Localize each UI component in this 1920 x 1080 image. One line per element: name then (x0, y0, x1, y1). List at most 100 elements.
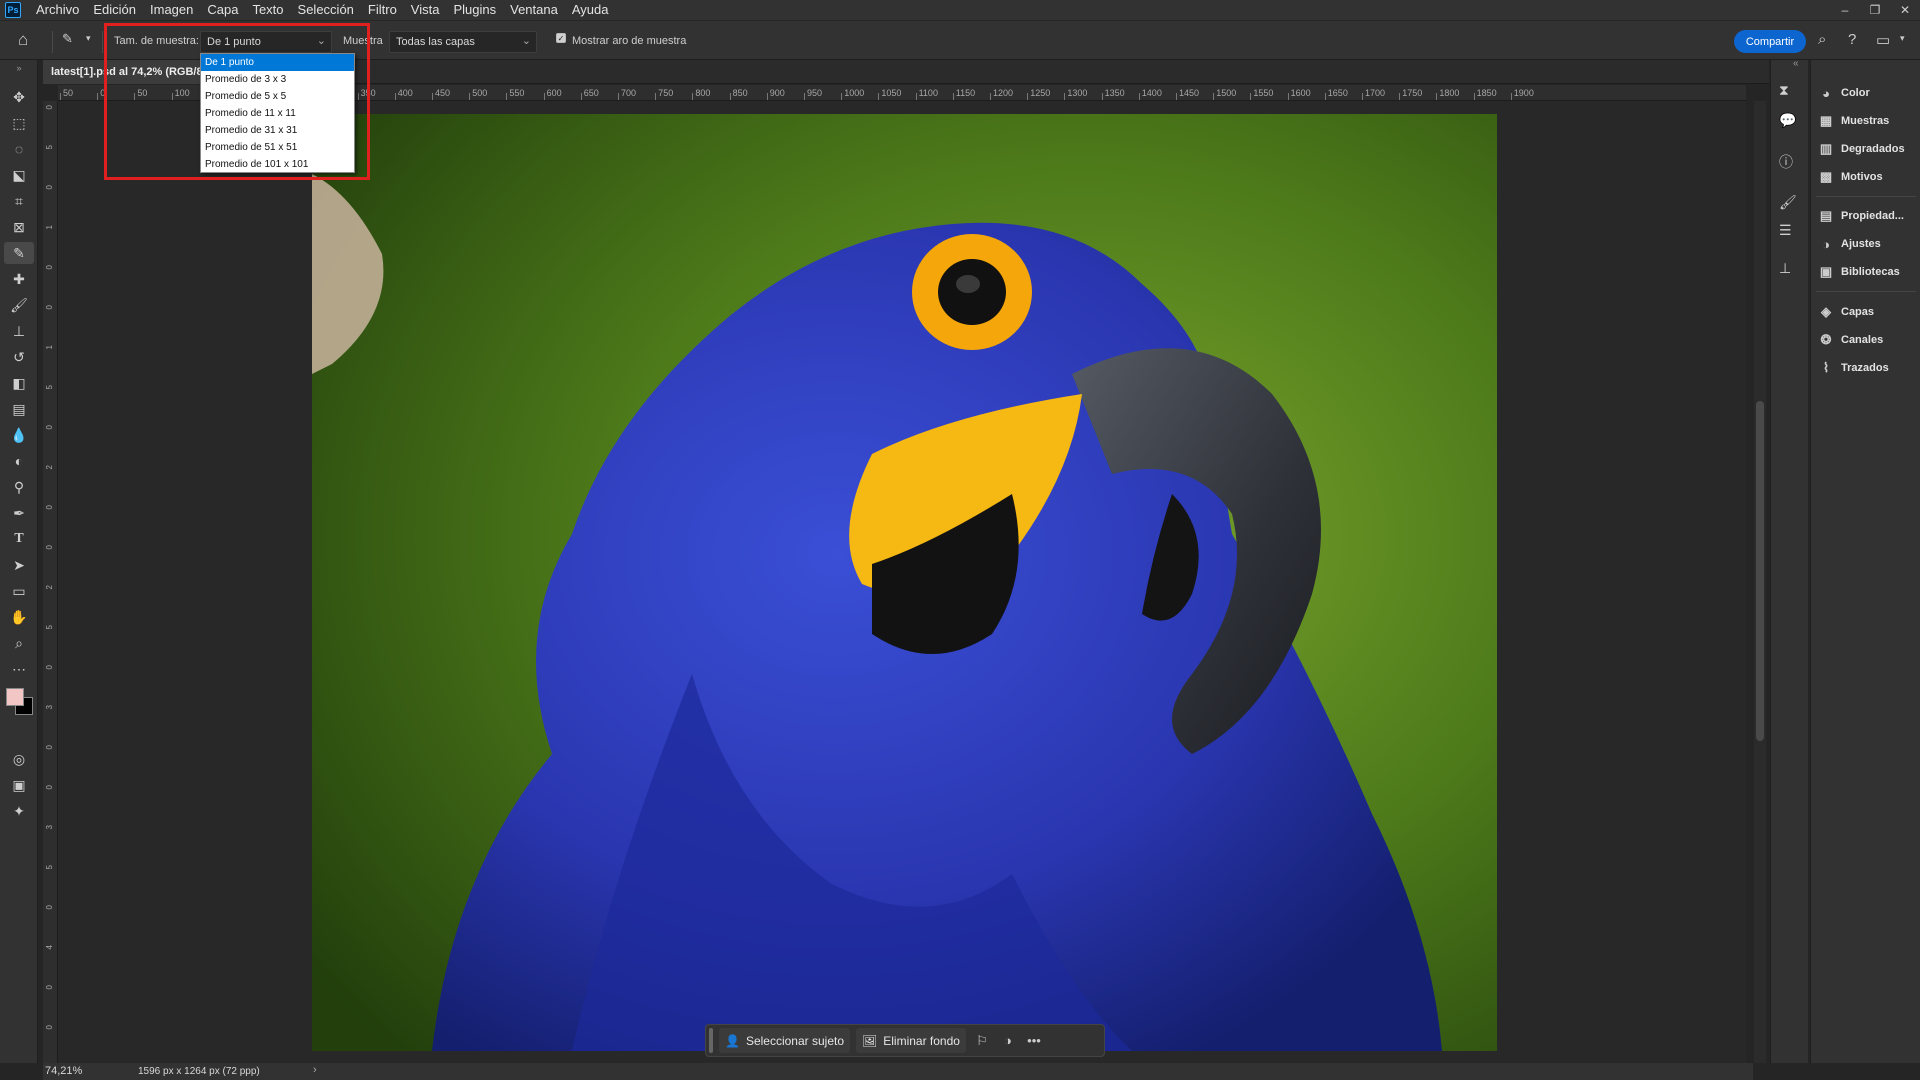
ruler-tick (1250, 93, 1252, 100)
workspace-icon[interactable]: ▭ (1876, 31, 1890, 49)
highlight-annotation-box (104, 23, 370, 180)
panel-gradients[interactable]: ▥ Degradados (1811, 138, 1920, 160)
pen-tool-icon[interactable]: ✒ (4, 502, 34, 524)
clone-stamp-tool-icon[interactable]: ⊥ (4, 320, 34, 342)
panel-channels[interactable]: ❂ Canales (1811, 329, 1920, 351)
panel-color[interactable]: ◕ Color (1811, 82, 1920, 104)
brush-tool-icon[interactable]: 🖌 (4, 294, 34, 316)
panel-layers[interactable]: ◈ Capas (1811, 301, 1920, 323)
ruler-tick (1027, 93, 1029, 100)
move-tool-icon[interactable]: ✥ (4, 86, 34, 108)
panel-patterns[interactable]: ▩ Motivos (1811, 166, 1920, 188)
adjust-sliders-icon[interactable]: ☰ (1779, 222, 1792, 239)
menu-ventana[interactable]: Ventana (503, 0, 565, 20)
menu-edicion[interactable]: Edición (86, 0, 143, 20)
restore-button[interactable]: ❐ (1860, 0, 1890, 20)
home-icon[interactable]: ⌂ (18, 30, 28, 50)
ruler-tick-label: 1500 (1216, 88, 1237, 98)
ruler-tick-label: 0 (45, 505, 54, 510)
menu-vista[interactable]: Vista (404, 0, 447, 20)
menu-archivo[interactable]: Archivo (29, 0, 86, 20)
comments-icon[interactable]: 💬 (1779, 112, 1796, 129)
ruler-tick (1324, 93, 1326, 100)
brush-settings-icon[interactable]: 🖌 (1779, 194, 1797, 211)
adjustment-icon[interactable]: ◑ (995, 1028, 1021, 1053)
crop-tool-icon[interactable]: ⌗ (4, 190, 34, 212)
chevron-down-icon[interactable]: ▾ (1900, 33, 1905, 44)
zoom-lens-tool-icon[interactable]: ⚲ (4, 476, 34, 498)
help-icon[interactable]: ? (1848, 31, 1856, 48)
menu-seleccion[interactable]: Selección (291, 0, 361, 20)
panel-label: Bibliotecas (1841, 266, 1900, 278)
collapse-panels-icon[interactable]: « (1793, 58, 1799, 69)
vertical-scrollbar[interactable] (1754, 101, 1766, 1063)
frame-tool-icon[interactable]: ⊠ (4, 216, 34, 238)
marquee-tool-icon[interactable]: ⬚ (4, 112, 34, 134)
vertical-scroll-thumb[interactable] (1756, 401, 1764, 741)
quick-mask-icon[interactable]: ◎ (4, 748, 34, 770)
history-brush-tool-icon[interactable]: ↺ (4, 346, 34, 368)
blur-tool-icon[interactable]: 💧 (4, 424, 34, 446)
menu-filtro[interactable]: Filtro (361, 0, 404, 20)
show-ring-checkbox[interactable]: ✓ (556, 33, 566, 43)
ruler-tick-label: 600 (546, 88, 562, 98)
select-subject-button[interactable]: 👤 Seleccionar sujeto (719, 1028, 851, 1053)
channels-icon: ❂ (1820, 332, 1832, 347)
parrot-photo[interactable] (312, 114, 1497, 1051)
menu-texto[interactable]: Texto (245, 0, 290, 20)
ruler-tick-label: 3 (45, 705, 54, 710)
type-tool-icon[interactable]: T (4, 528, 34, 550)
ruler-tick-label: 5 (45, 625, 54, 630)
gradient-tool-icon[interactable]: ▤ (4, 398, 34, 420)
panel-list: ◕ Color ▦ Muestras ▥ Degradados ▩ Motivos ▤ P… (1810, 60, 1920, 1063)
info-icon[interactable]: ⓘ (1779, 152, 1793, 172)
generative-icon[interactable]: ✦ (4, 800, 34, 822)
menu-ayuda[interactable]: Ayuda (565, 0, 616, 20)
hand-tool-icon[interactable]: ✋ (4, 606, 34, 628)
foreground-color-swatch[interactable] (6, 688, 24, 706)
menu-imagen[interactable]: Imagen (143, 0, 200, 20)
eraser-tool-icon[interactable]: ◧ (4, 372, 34, 394)
minimize-button[interactable]: – (1830, 0, 1860, 20)
zoom-level[interactable]: 74,21% (45, 1065, 82, 1077)
search-icon[interactable]: ⌕ (1818, 31, 1826, 48)
dodge-tool-icon[interactable]: ◐ (4, 450, 34, 472)
panel-paths[interactable]: ⌇ Trazados (1811, 357, 1920, 379)
ruler-tick (766, 93, 768, 100)
lasso-tool-icon[interactable]: ◌ (4, 138, 34, 160)
ruler-tick (1064, 93, 1066, 100)
path-selection-tool-icon[interactable]: ➤ (4, 554, 34, 576)
remove-background-button[interactable]: 🖼 Eliminar fondo (856, 1028, 966, 1053)
screen-mode-icon[interactable]: ▣ (4, 774, 34, 796)
clone-source-icon[interactable]: ⊥ (1779, 260, 1791, 277)
panel-swatches[interactable]: ▦ Muestras (1811, 110, 1920, 132)
more-options-button[interactable]: ••• (1021, 1028, 1047, 1053)
drag-handle[interactable] (709, 1028, 713, 1053)
panel-libraries[interactable]: ▣ Bibliotecas (1811, 261, 1920, 283)
menu-capa[interactable]: Capa (200, 0, 245, 20)
close-button[interactable]: ✕ (1890, 0, 1920, 20)
menu-plugins[interactable]: Plugins (446, 0, 503, 20)
ruler-tick-label: 4 (45, 945, 54, 950)
share-button[interactable]: Compartir (1734, 30, 1806, 53)
collapse-toolbar-icon[interactable]: » (4, 63, 34, 73)
eyedropper-tool-icon[interactable]: ✎ (4, 242, 34, 264)
eyedropper-preset-icon[interactable]: ✎ (62, 31, 73, 47)
pin-icon[interactable]: ⚐ (969, 1028, 995, 1053)
chevron-down-icon[interactable]: ▾ (86, 33, 91, 44)
panel-properties[interactable]: ▤ Propiedad... (1811, 205, 1920, 227)
panel-adjustments[interactable]: ◑ Ajustes (1811, 233, 1920, 255)
rectangle-tool-icon[interactable]: ▭ (4, 580, 34, 602)
ruler-tick (1362, 93, 1363, 100)
ruler-tick-label: 650 (583, 88, 599, 98)
ruler-tick (729, 93, 731, 100)
history-icon[interactable]: ⧗ (1779, 82, 1789, 99)
status-expand-icon[interactable]: › (313, 1064, 317, 1076)
healing-brush-tool-icon[interactable]: ✚ (4, 268, 34, 290)
object-selection-tool-icon[interactable]: ⬕ (4, 164, 34, 186)
ruler-tick-label: 1150 (955, 88, 976, 98)
zoom-tool-icon[interactable]: ⌕ (4, 632, 34, 654)
ruler-tick (692, 93, 694, 100)
sample-layers-select[interactable]: Todas las capas ⌄ (389, 31, 537, 53)
more-tools-icon[interactable]: ⋯ (4, 658, 34, 680)
